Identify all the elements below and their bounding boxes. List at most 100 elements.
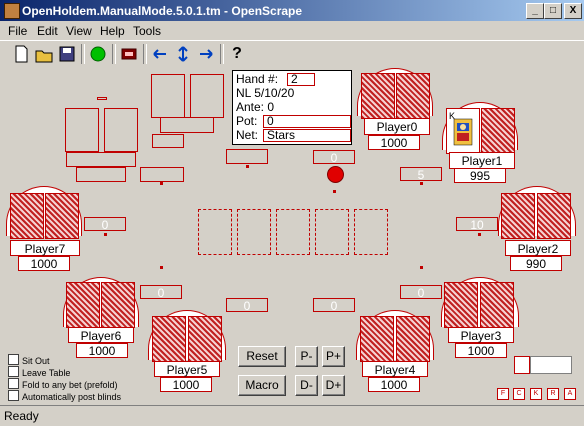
window-title: OpenHoldem.ManualMode.5.0.1.tm - OpenScr… [22, 4, 303, 18]
empty-box [66, 152, 136, 167]
save-icon[interactable] [56, 43, 78, 65]
board-card-2 [237, 209, 271, 255]
macro-button[interactable]: Macro [238, 375, 286, 396]
player6-card-1 [66, 282, 100, 328]
arrow-updown-icon[interactable] [172, 43, 194, 65]
dealer-button [327, 166, 344, 183]
bet-player6: 0 [140, 285, 182, 300]
menu-file[interactable]: File [8, 24, 27, 38]
board-card-1 [198, 209, 232, 255]
player2-card-2 [537, 193, 571, 239]
player2-card-1 [501, 193, 535, 239]
mini-button-a[interactable]: A [564, 388, 576, 400]
board-card-4 [315, 209, 349, 255]
toolbar: ? [0, 40, 584, 69]
bet-player5: 0 [226, 298, 268, 313]
board-card-5 [354, 209, 388, 255]
pot-label: Pot: [236, 114, 258, 128]
maximize-button[interactable]: □ [544, 3, 562, 19]
status-bar: Ready [0, 405, 584, 426]
player7-card-1 [10, 193, 44, 239]
sit-out-checkbox[interactable]: Sit Out [8, 354, 50, 366]
player0-balance: 1000 [368, 135, 420, 150]
menu-help[interactable]: Help [100, 24, 125, 38]
player7-balance: 1000 [18, 256, 70, 271]
player3-name: Player3 [448, 327, 514, 343]
bet-player4: 0 [313, 298, 355, 313]
arrow-right-icon[interactable] [195, 43, 217, 65]
close-button[interactable]: X [564, 3, 582, 19]
player6-card-2 [101, 282, 135, 328]
player7-card-2 [45, 193, 79, 239]
autopost-label: Automatically post blinds [22, 392, 122, 402]
red-box-icon[interactable] [118, 43, 140, 65]
hand-info-panel: Hand #: 2 NL 5/10/20 Ante: 0 Pot: 0 Net:… [232, 70, 352, 145]
empty-card-slot [151, 74, 185, 118]
ante-text: Ante: 0 [236, 100, 275, 114]
player7-name: Player7 [10, 240, 80, 256]
player2-balance: 990 [510, 256, 562, 271]
empty-card-slot [190, 74, 224, 118]
menu-tools[interactable]: Tools [133, 24, 161, 38]
menu-view[interactable]: View [66, 24, 92, 38]
empty-card-slot [104, 108, 138, 152]
player2-name: Player2 [505, 240, 571, 256]
player3-card-2 [480, 282, 514, 328]
bet-player7: 0 [84, 217, 126, 232]
marker [97, 97, 107, 100]
input-box[interactable] [530, 356, 572, 374]
player5-name: Player5 [154, 361, 220, 377]
leave-table-label: Leave Table [22, 368, 71, 378]
app-icon [4, 3, 20, 19]
sit-out-label: Sit Out [22, 356, 50, 366]
p-plus-button[interactable]: P+ [322, 346, 345, 367]
player0-name: Player0 [364, 118, 430, 135]
player1-card-king: K [446, 108, 480, 154]
pot-value: 0 [263, 115, 351, 128]
autopost-checkbox[interactable]: Automatically post blinds [8, 390, 121, 402]
player5-balance: 1000 [160, 377, 212, 392]
board-card-3 [276, 209, 310, 255]
open-icon[interactable] [33, 43, 55, 65]
player6-balance: 1000 [76, 343, 128, 358]
player0-card-2 [396, 73, 430, 119]
p-minus-button[interactable]: P- [295, 346, 318, 367]
bet-player2: 10 [456, 217, 498, 232]
status-text: Ready [4, 409, 39, 423]
bet-player1: 5 [400, 167, 442, 182]
green-circle-icon[interactable] [87, 43, 109, 65]
player3-balance: 1000 [455, 343, 507, 358]
player1-card-2 [481, 108, 515, 154]
empty-box [76, 167, 126, 182]
help-icon[interactable]: ? [226, 43, 248, 65]
prefold-checkbox[interactable]: Fold to any bet (prefold) [8, 378, 118, 390]
menu-bar: File Edit View Help Tools [0, 21, 584, 40]
player4-balance: 1000 [368, 377, 420, 392]
minimize-button[interactable]: _ [526, 3, 544, 19]
mini-button-f[interactable]: F [497, 388, 509, 400]
net-value: Stars [263, 129, 351, 142]
player1-name: Player1 [449, 152, 515, 169]
new-icon[interactable] [10, 43, 32, 65]
limits-text: NL 5/10/20 [236, 86, 295, 100]
menu-edit[interactable]: Edit [37, 24, 58, 38]
d-plus-button[interactable]: D+ [322, 375, 345, 396]
mini-button-c[interactable]: C [513, 388, 525, 400]
player1-balance: 995 [454, 168, 506, 183]
player0-card-1 [361, 73, 395, 119]
prefold-label: Fold to any bet (prefold) [22, 380, 118, 390]
leave-table-checkbox[interactable]: Leave Table [8, 366, 70, 378]
empty-box [152, 134, 184, 148]
player4-name: Player4 [362, 361, 428, 377]
mini-button-k[interactable]: K [530, 388, 542, 400]
empty-box [140, 167, 184, 182]
small-box [514, 356, 530, 374]
player3-card-1 [444, 282, 478, 328]
reset-button[interactable]: Reset [238, 346, 286, 367]
bet-player0: 0 [313, 150, 355, 165]
d-minus-button[interactable]: D- [295, 375, 318, 396]
arrow-left-icon[interactable] [149, 43, 171, 65]
mini-button-r[interactable]: R [547, 388, 559, 400]
empty-box [160, 117, 214, 133]
player5-card-1 [152, 316, 186, 362]
